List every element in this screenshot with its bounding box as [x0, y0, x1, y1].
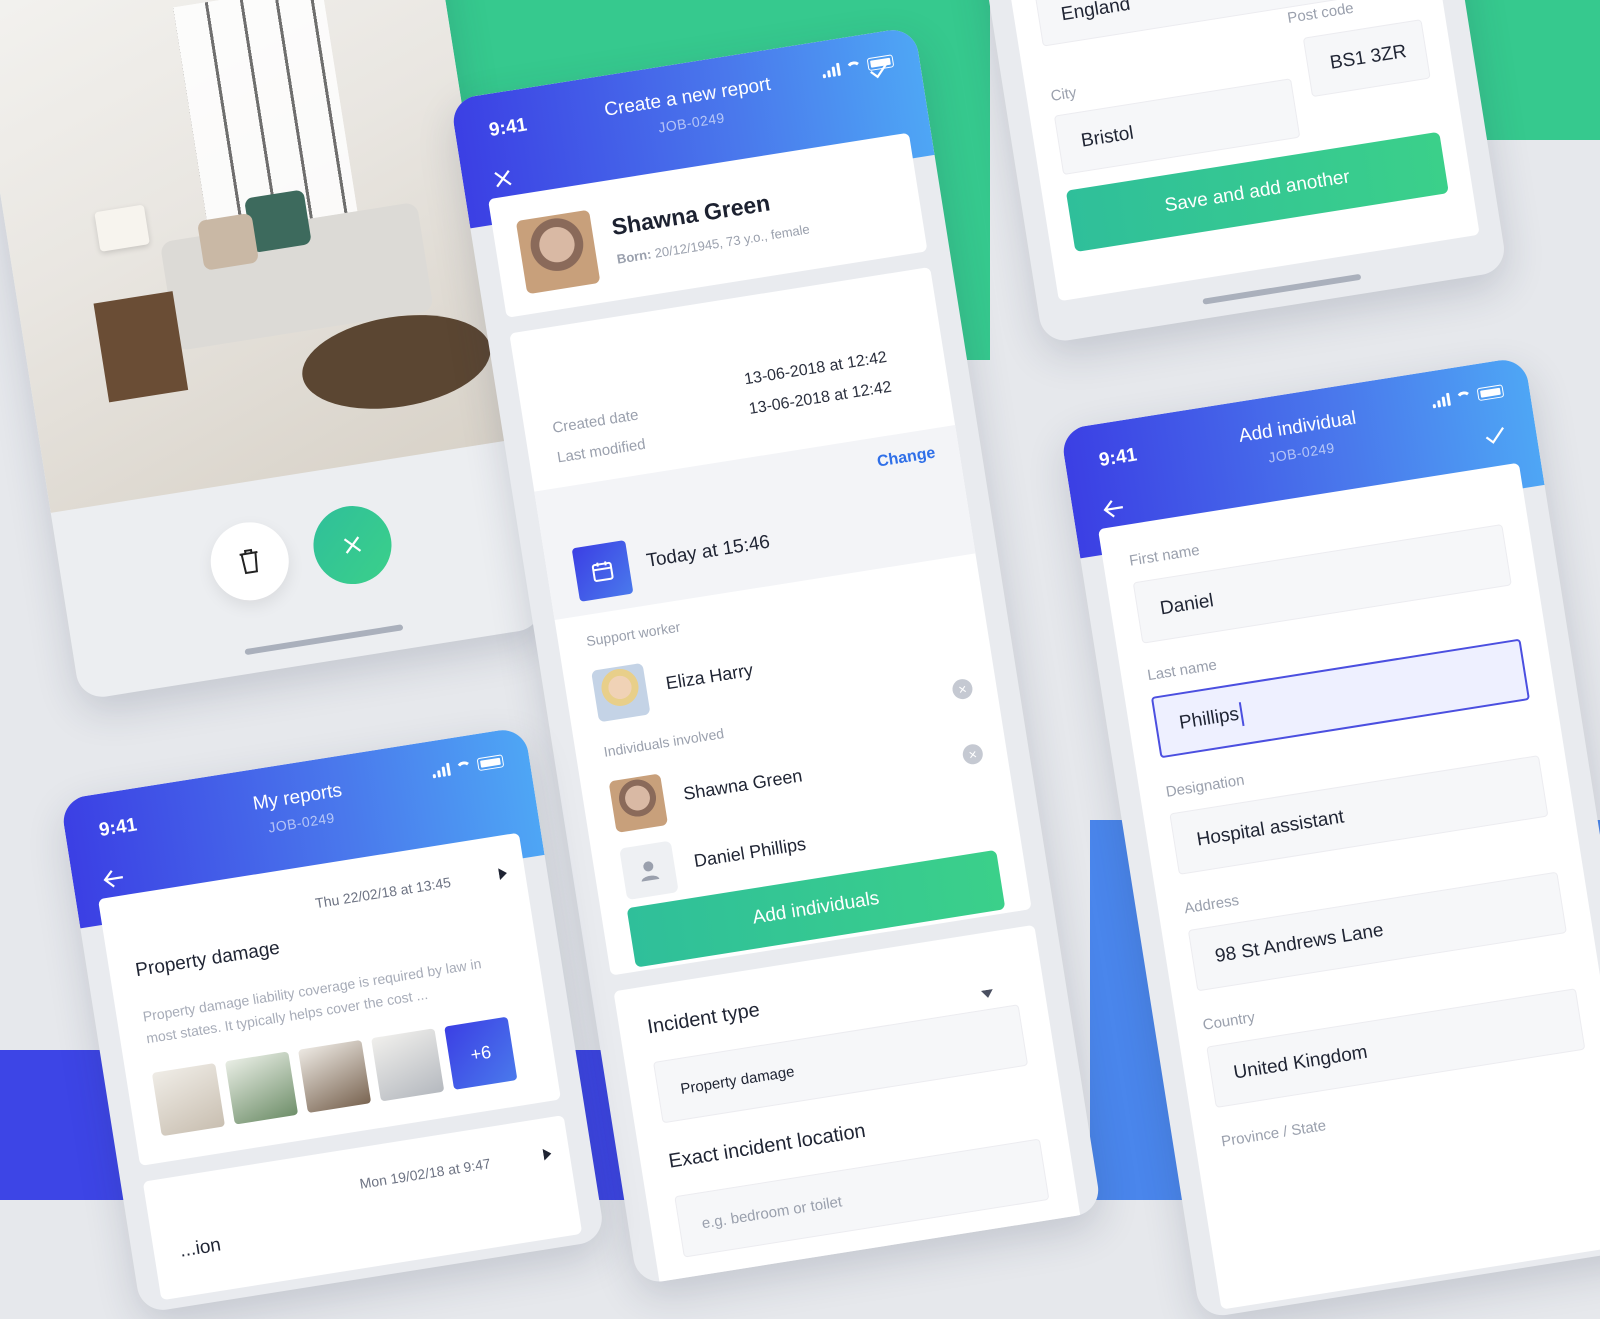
details-card: Created date Last modified 13-06-2018 at… [509, 266, 1032, 976]
postcode-field[interactable]: BS1 3ZR [1302, 19, 1431, 98]
my-reports-screen: 9:41 My reports JOB-0249 Property damage… [60, 726, 606, 1314]
calendar-button[interactable] [571, 540, 634, 602]
report-thumbnail[interactable] [151, 1062, 226, 1137]
address-label: Address [1183, 891, 1241, 918]
individual-avatar-placeholder [619, 840, 679, 901]
remove-individual-button[interactable]: × [951, 677, 974, 701]
room-photo [0, 0, 515, 513]
designation-field[interactable]: Hospital assistant [1169, 755, 1549, 875]
check-icon [1485, 427, 1505, 444]
check-icon [870, 61, 889, 79]
first-name-label: First name [1128, 541, 1201, 570]
born-label: Born: [615, 246, 653, 267]
report-type: ...ion [178, 1234, 223, 1262]
report-thumbnail[interactable] [298, 1039, 372, 1114]
delete-button[interactable] [205, 516, 295, 606]
individual-name: Shawna Green [681, 765, 804, 804]
home-indicator [244, 624, 404, 656]
lamp-shape [94, 204, 150, 252]
date-value: Today at 15:46 [644, 531, 772, 572]
calendar-icon [591, 561, 614, 582]
pillow-shape [196, 212, 260, 271]
confirm-button[interactable] [1483, 422, 1509, 453]
created-label: Created date [551, 406, 640, 437]
trash-icon [239, 548, 258, 575]
individual-name: Daniel Phillips [692, 833, 808, 872]
country-label: Country [1201, 1008, 1257, 1034]
report-date: Mon 19/02/18 at 9:47 [358, 1155, 492, 1192]
last-name-label: Last name [1146, 656, 1219, 685]
more-photos-button[interactable]: +6 [444, 1016, 518, 1090]
last-name-field[interactable]: Phillips [1150, 638, 1530, 759]
country-field[interactable]: United Kingdom [1206, 988, 1586, 1108]
support-avatar [591, 662, 651, 723]
home-indicator [1202, 273, 1362, 305]
arrow-left-icon [1103, 500, 1124, 518]
chevron-right-icon [498, 868, 507, 881]
close-button[interactable] [307, 500, 398, 590]
individuals-label: Individuals involved [602, 725, 726, 760]
incident-card: Incident type Property damage Exact inci… [613, 924, 1082, 1286]
close-icon [343, 536, 362, 554]
incident-type-value: Property damage [679, 1062, 796, 1098]
close-icon [494, 170, 512, 188]
remove-individual-button[interactable]: × [961, 742, 985, 766]
change-link[interactable]: Change [876, 445, 937, 472]
address-card: England City Post code Bristol BS1 3ZR S… [991, 0, 1480, 302]
report-type: Property damage [134, 937, 282, 982]
arrow-left-icon [103, 870, 124, 888]
report-thumbnail[interactable] [224, 1051, 299, 1125]
back-button[interactable] [101, 865, 127, 894]
person-avatar [515, 209, 601, 295]
close-button[interactable] [491, 165, 515, 194]
chevron-right-icon [542, 1148, 552, 1161]
city-label: City [1049, 84, 1078, 105]
confirm-button[interactable] [867, 57, 893, 88]
individual-avatar [608, 773, 669, 833]
modified-label: Last modified [556, 435, 647, 467]
user-icon [641, 861, 660, 882]
designation-label: Designation [1164, 771, 1246, 801]
address-screen: England City Post code Bristol BS1 3ZR S… [970, 0, 1508, 345]
last-name-value: Phillips [1177, 703, 1241, 734]
address-field[interactable]: 98 St Andrews Lane [1187, 871, 1567, 992]
report-thumbnail[interactable] [371, 1028, 445, 1102]
location-label: Exact incident location [667, 1119, 868, 1173]
side-table-shape [93, 291, 189, 403]
province-label: Province / State [1220, 1117, 1328, 1151]
back-button[interactable] [1101, 495, 1127, 524]
chevron-down-icon [980, 989, 993, 998]
first-name-field[interactable]: Daniel [1132, 523, 1512, 644]
report-date: Thu 22/02/18 at 13:45 [314, 874, 452, 912]
incident-type-label: Incident type [645, 998, 762, 1039]
support-name: Eliza Harry [664, 659, 755, 694]
support-label: Support worker [585, 618, 682, 650]
